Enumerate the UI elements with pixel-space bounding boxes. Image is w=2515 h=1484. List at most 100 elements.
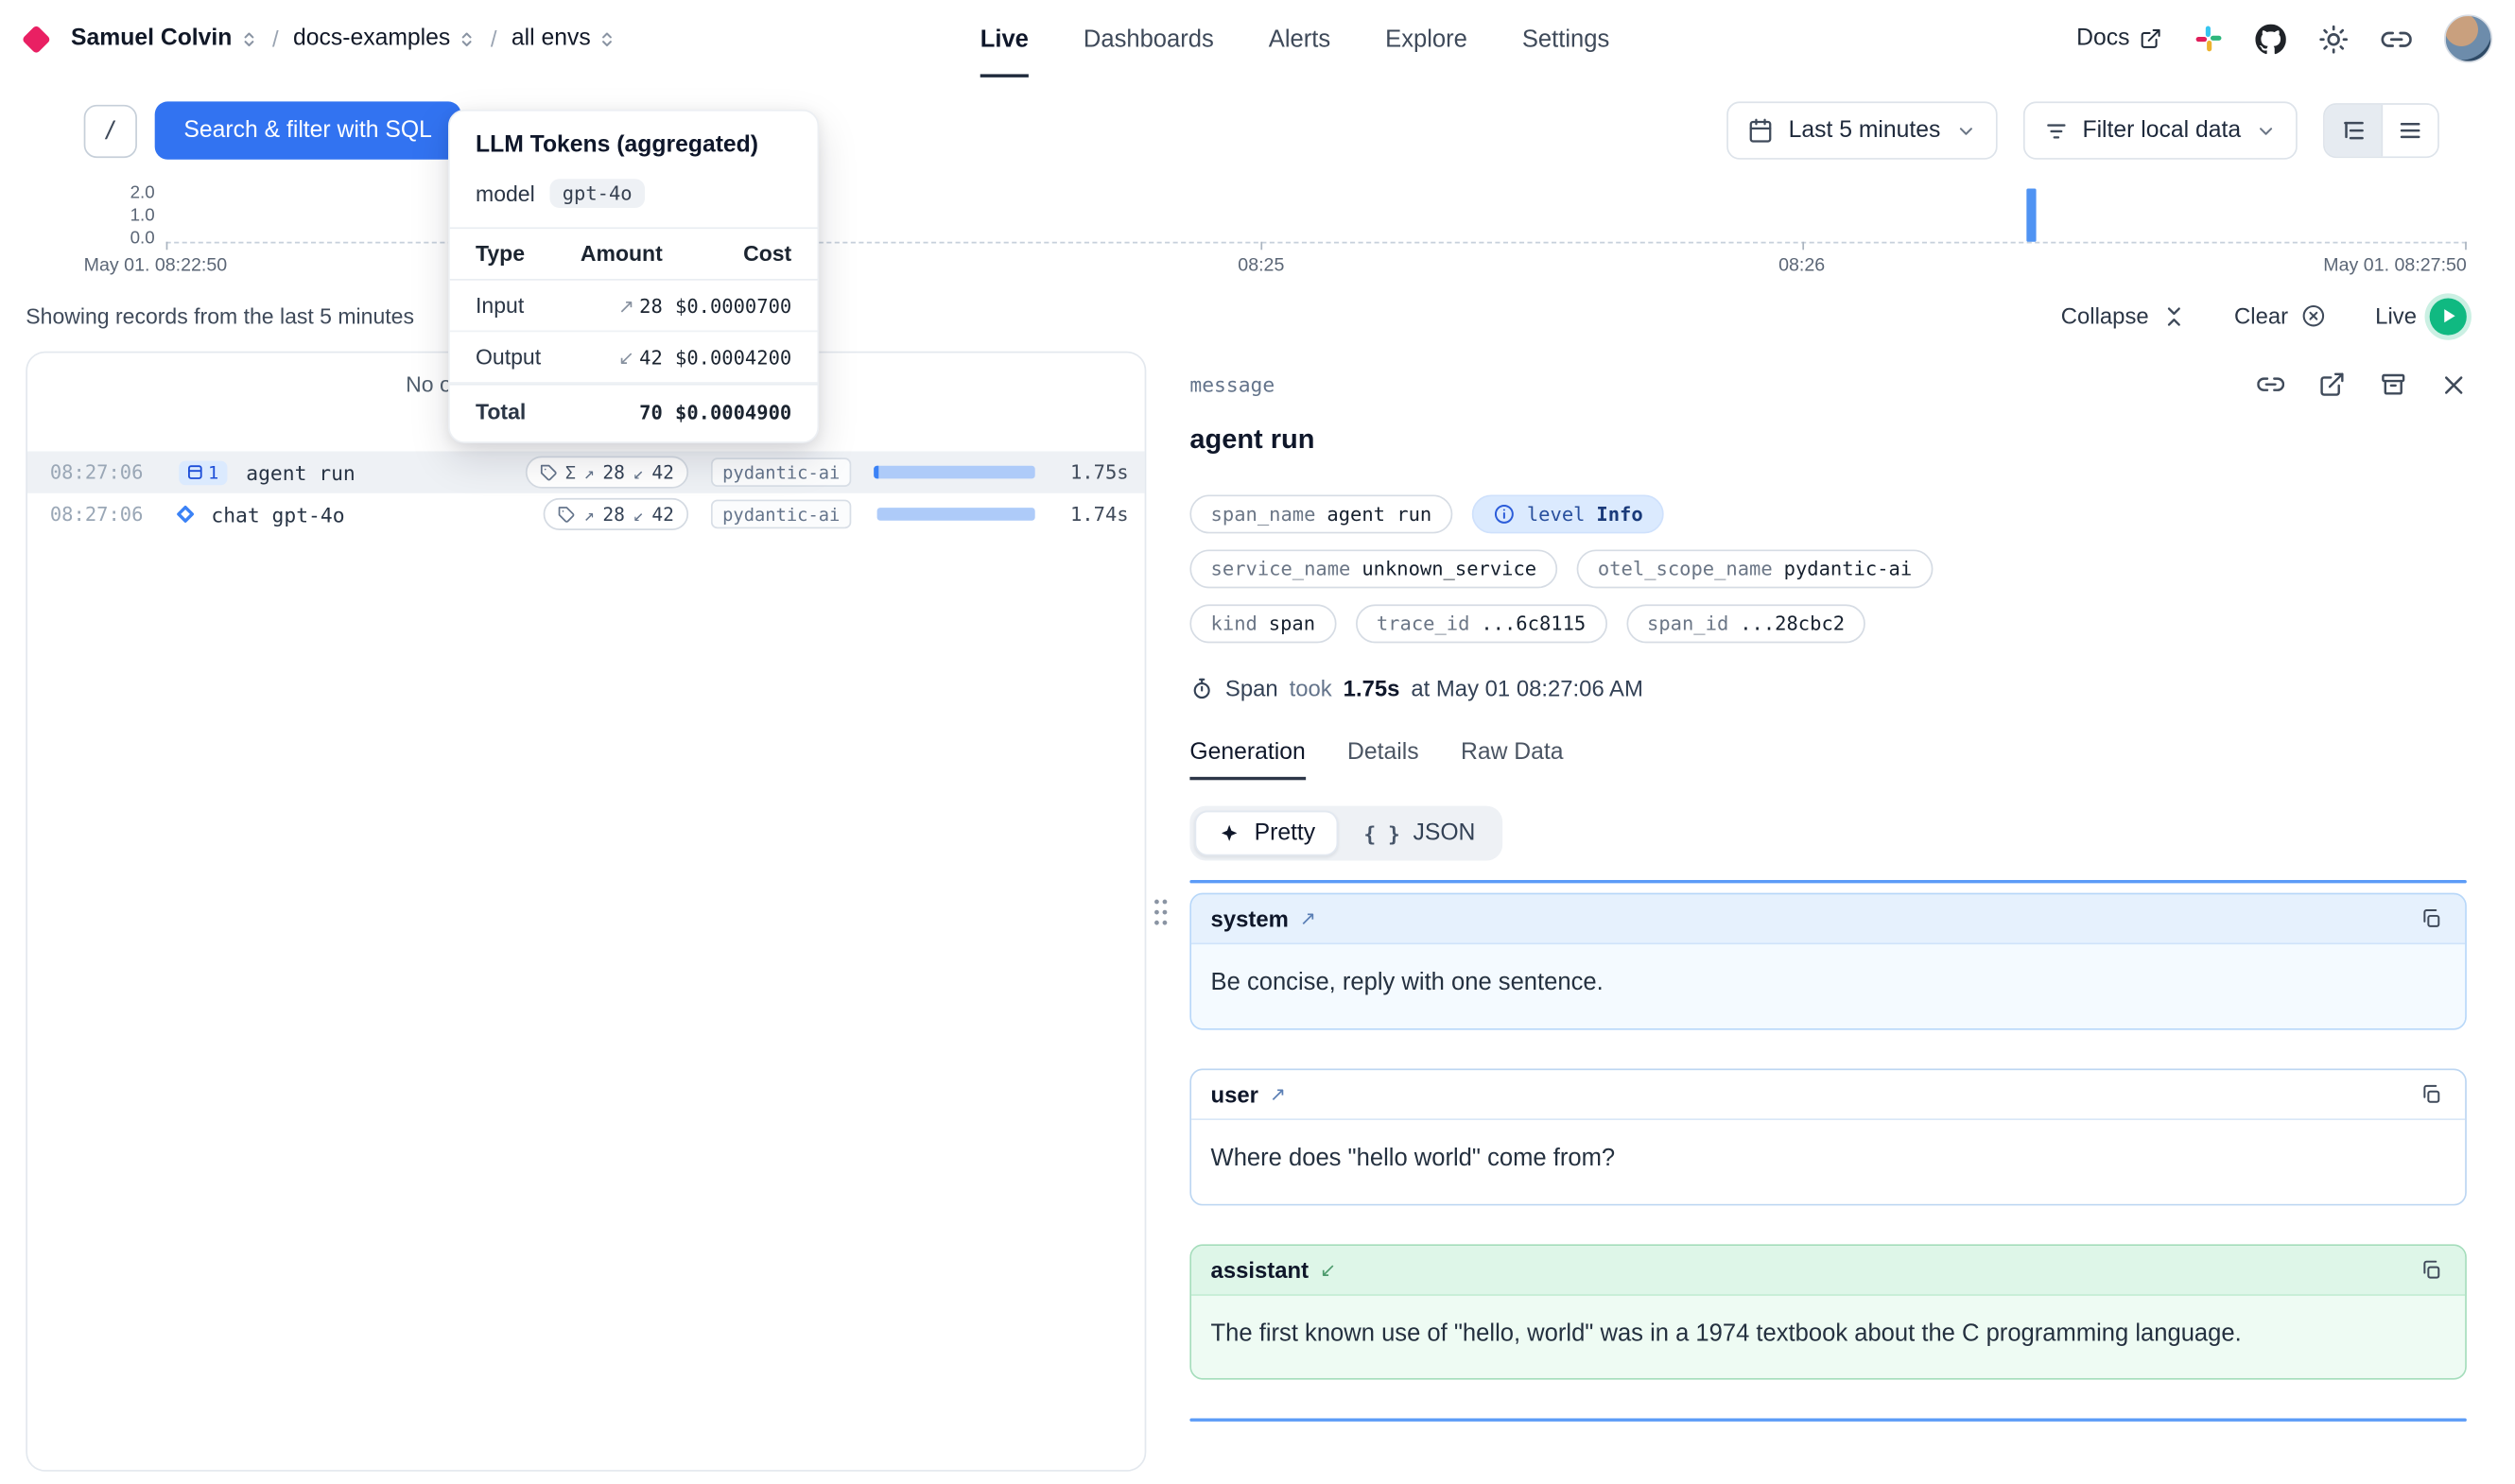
span-title: agent run	[1189, 423, 2466, 456]
tooltip-row-output: Output ↙ 42 $0.0004200	[450, 332, 818, 384]
json-label: JSON	[1413, 820, 1475, 846]
share-link-button[interactable]	[2381, 24, 2411, 54]
badge-value: ...28cbc2	[1740, 613, 1845, 635]
tooltip-table-header: Type Amount Cost	[450, 229, 818, 281]
time-range-select[interactable]: Last 5 minutes	[1727, 101, 1997, 159]
breadcrumb: Samuel Colvin / docs-examples / all envs	[26, 26, 616, 51]
message-text: The first known use of "hello, world" wa…	[1211, 1316, 2263, 1351]
docs-link[interactable]: Docs	[2076, 26, 2161, 51]
org-name: Samuel Colvin	[71, 26, 232, 51]
received-arrow-icon: ↙	[1320, 1258, 1336, 1281]
panel-resize-handle[interactable]	[1148, 896, 1173, 928]
environment-selector[interactable]: all envs	[512, 26, 616, 51]
input-arrow-icon: ↗	[618, 294, 634, 317]
chevron-updown-icon	[240, 28, 258, 49]
search-filter-button[interactable]: Search & filter with SQL	[155, 101, 461, 159]
open-in-new-button[interactable]	[2318, 371, 2346, 398]
live-indicator-icon	[2430, 298, 2467, 335]
model-value-chip: gpt-4o	[549, 179, 645, 208]
copy-message-button[interactable]	[2417, 1079, 2446, 1109]
llm-tokens-chip[interactable]: Σ ↗ 28 ↙ 42	[525, 457, 688, 489]
tooltip-row-input: Input ↗ 28 $0.0000700	[450, 281, 818, 333]
row-label: Output	[476, 345, 572, 370]
nav-item-live[interactable]: Live	[980, 0, 1029, 78]
badge-kind[interactable]: kind span	[1189, 604, 1336, 643]
record-count-bar[interactable]	[2027, 188, 2037, 241]
trace-row-agent-run[interactable]: 08:27:06 1 agent run Σ ↗ 28 ↙ 42	[27, 451, 1145, 492]
detail-header: message	[1189, 371, 2466, 398]
close-panel-button[interactable]	[2441, 371, 2467, 397]
badge-row: kind span trace_id ...6c8115 span_id ...…	[1189, 604, 2466, 643]
scope-tag: pydantic-ai	[711, 500, 851, 529]
chevron-down-icon	[1955, 120, 1976, 141]
nav-item-dashboards[interactable]: Dashboards	[1084, 0, 1214, 78]
duration-text: 1.75s	[1035, 461, 1129, 484]
search-toolbar: / Search & filter with SQL Last 5 minute…	[84, 101, 2439, 159]
copy-message-button[interactable]	[2417, 905, 2446, 934]
close-icon	[2441, 371, 2467, 397]
tooltip-title: LLM Tokens (aggregated)	[450, 132, 818, 158]
copy-message-button[interactable]	[2417, 1254, 2446, 1284]
message-role: assistant	[1211, 1256, 1310, 1282]
input-arrow-icon: ↗	[584, 504, 595, 525]
llm-tokens-tooltip: LLM Tokens (aggregated) model gpt-4o Typ…	[448, 110, 819, 443]
pretty-view-button[interactable]: Pretty	[1194, 811, 1338, 856]
filter-local-data-select[interactable]: Filter local data	[2022, 101, 2297, 159]
message-text: Where does "hello world" come from?	[1211, 1141, 2446, 1176]
badge-key: level	[1527, 503, 1586, 526]
nav-item-explore[interactable]: Explore	[1385, 0, 1467, 78]
archive-view-button[interactable]	[2380, 371, 2407, 398]
row-cost: $0.0000700	[675, 294, 791, 317]
live-toggle[interactable]: Live	[2375, 298, 2467, 335]
github-button[interactable]	[2255, 24, 2285, 54]
user-avatar[interactable]	[2444, 14, 2492, 62]
tooltip-row-total: Total 70 $0.0004900	[450, 384, 818, 441]
collapse-button[interactable]: Collapse	[2061, 303, 2186, 329]
list-view-button[interactable]	[2381, 105, 2437, 157]
badge-value: ...6c8115	[1481, 613, 1586, 635]
slack-button[interactable]	[2194, 25, 2224, 54]
link-icon	[2257, 371, 2284, 398]
llm-tokens-chip[interactable]: ↗ 28 ↙ 42	[544, 498, 688, 530]
badge-span-id[interactable]: span_id ...28cbc2	[1626, 604, 1865, 643]
span-name: agent run	[246, 460, 355, 485]
row-amount: 42	[639, 346, 663, 369]
badge-span-name[interactable]: span_name agent run	[1189, 494, 1452, 533]
row-label: Input	[476, 293, 572, 318]
copy-link-button[interactable]	[2257, 371, 2284, 398]
scope-tag: pydantic-ai	[711, 457, 851, 487]
badge-otel-scope-name[interactable]: otel_scope_name pydantic-ai	[1577, 549, 1934, 588]
project-selector[interactable]: docs-examples	[293, 26, 477, 51]
badge-value: agent run	[1327, 503, 1431, 526]
col-type: Type	[476, 242, 572, 267]
badge-row: span_name agent run level Info	[1189, 494, 2466, 533]
row-cost: $0.0004900	[675, 401, 791, 423]
child-count-badge[interactable]: 1	[179, 460, 227, 485]
badge-level[interactable]: level Info	[1472, 494, 1664, 533]
x-tick-label: 08:25	[1238, 256, 1284, 275]
org-selector[interactable]: Samuel Colvin	[71, 26, 258, 51]
copy-icon	[2420, 1258, 2442, 1281]
tab-raw-data[interactable]: Raw Data	[1461, 740, 1564, 781]
badge-row: service_name unknown_service otel_scope_…	[1189, 549, 2466, 588]
trace-row-chat-gpt-4o[interactable]: 08:27:06 chat gpt-4o ↗ 28 ↙ 42 pydantic-…	[27, 493, 1145, 535]
sent-arrow-icon: ↗	[1270, 1082, 1286, 1105]
tag-icon	[558, 506, 576, 524]
theme-toggle-button[interactable]	[2318, 24, 2349, 54]
span-timing: Span took 1.75s at May 01 08:27:06 AM	[1189, 675, 2466, 700]
clear-button[interactable]: Clear	[2234, 303, 2327, 329]
tree-view-button[interactable]	[2325, 105, 2382, 157]
archive-box-icon	[2380, 371, 2407, 398]
badge-key: trace_id	[1377, 613, 1470, 635]
tab-details[interactable]: Details	[1347, 740, 1419, 781]
badge-value: unknown_service	[1362, 558, 1536, 580]
json-view-button[interactable]: { } JSON	[1341, 811, 1498, 856]
detail-tabs: Generation Details Raw Data	[1189, 740, 2466, 781]
badge-trace-id[interactable]: trace_id ...6c8115	[1356, 604, 1607, 643]
showing-records-text: Showing records from the last 5 minutes	[26, 303, 414, 328]
nav-item-settings[interactable]: Settings	[1522, 0, 1609, 78]
badge-service-name[interactable]: service_name unknown_service	[1189, 549, 1557, 588]
tab-generation[interactable]: Generation	[1189, 740, 1305, 781]
message-card-user: user ↗ Where does "hello world" come fro…	[1189, 1068, 2466, 1205]
nav-item-alerts[interactable]: Alerts	[1269, 0, 1330, 78]
